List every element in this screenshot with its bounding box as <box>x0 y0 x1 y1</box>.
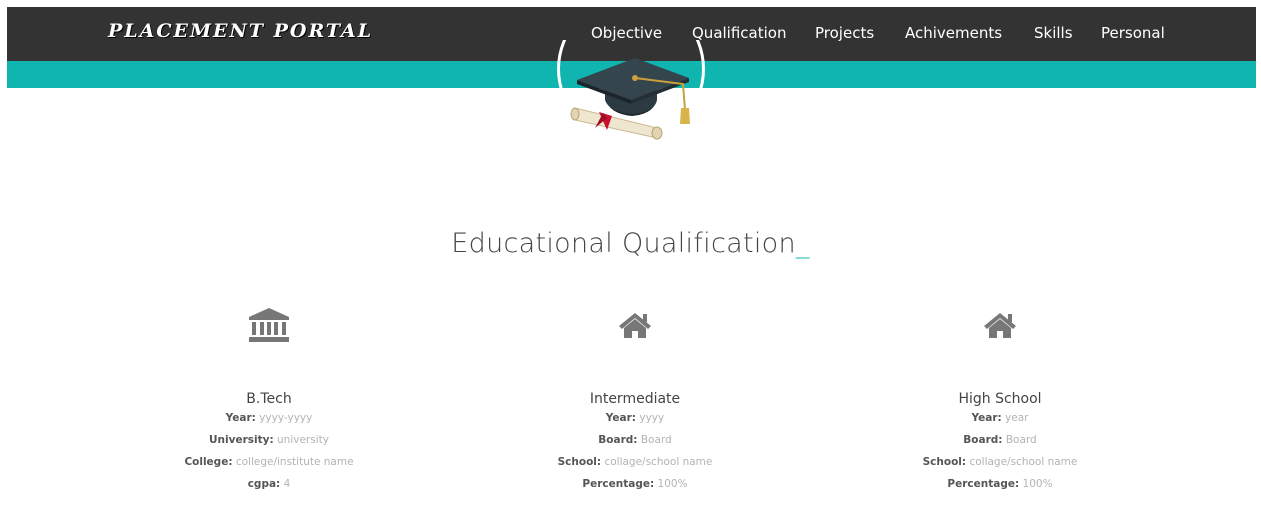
detail-year: Year: yyyy-yyyy <box>225 412 313 424</box>
detail-cgpa: cgpa: 4 <box>247 478 291 490</box>
qualification-heading: High School <box>958 391 1042 407</box>
nav-skills[interactable]: Skills <box>1034 24 1073 42</box>
detail-board: Board: Board <box>598 434 672 446</box>
home-icon <box>619 313 651 338</box>
university-icon <box>249 308 289 342</box>
detail-year: Year: year <box>971 412 1029 424</box>
qualification-heading: Intermediate <box>589 391 681 407</box>
section-title-text: Educational Qualification <box>451 228 796 259</box>
qualification-highschool: High School Year: year Board: Board Scho… <box>820 305 1180 495</box>
detail-percentage: Percentage: 100% <box>582 478 688 490</box>
qualification-intermediate: Intermediate Year: yyyy Board: Board Sch… <box>455 305 815 495</box>
title-cursor: _ <box>795 228 810 259</box>
detail-school: School: collage/school name <box>557 456 713 468</box>
graduation-emblem <box>557 40 707 140</box>
detail-board: Board: Board <box>963 434 1037 446</box>
nav-projects[interactable]: Projects <box>815 24 874 42</box>
nav-achivements[interactable]: Achivements <box>905 24 1002 42</box>
qualification-btech: B.Tech Year: yyyy-yyyy University: unive… <box>89 305 449 495</box>
detail-college: College: college/institute name <box>184 456 354 468</box>
qualification-heading: B.Tech <box>246 391 292 407</box>
detail-year: Year: yyyy <box>605 412 665 424</box>
detail-university: University: university <box>209 434 329 446</box>
diploma-icon <box>570 107 663 140</box>
detail-school: School: collage/school name <box>922 456 1078 468</box>
home-icon <box>984 313 1016 338</box>
graduation-cap-icon <box>570 58 690 140</box>
detail-percentage: Percentage: 100% <box>947 478 1053 490</box>
nav-personal[interactable]: Personal <box>1101 24 1165 42</box>
section-title: Educational Qualification_ <box>0 228 1261 259</box>
